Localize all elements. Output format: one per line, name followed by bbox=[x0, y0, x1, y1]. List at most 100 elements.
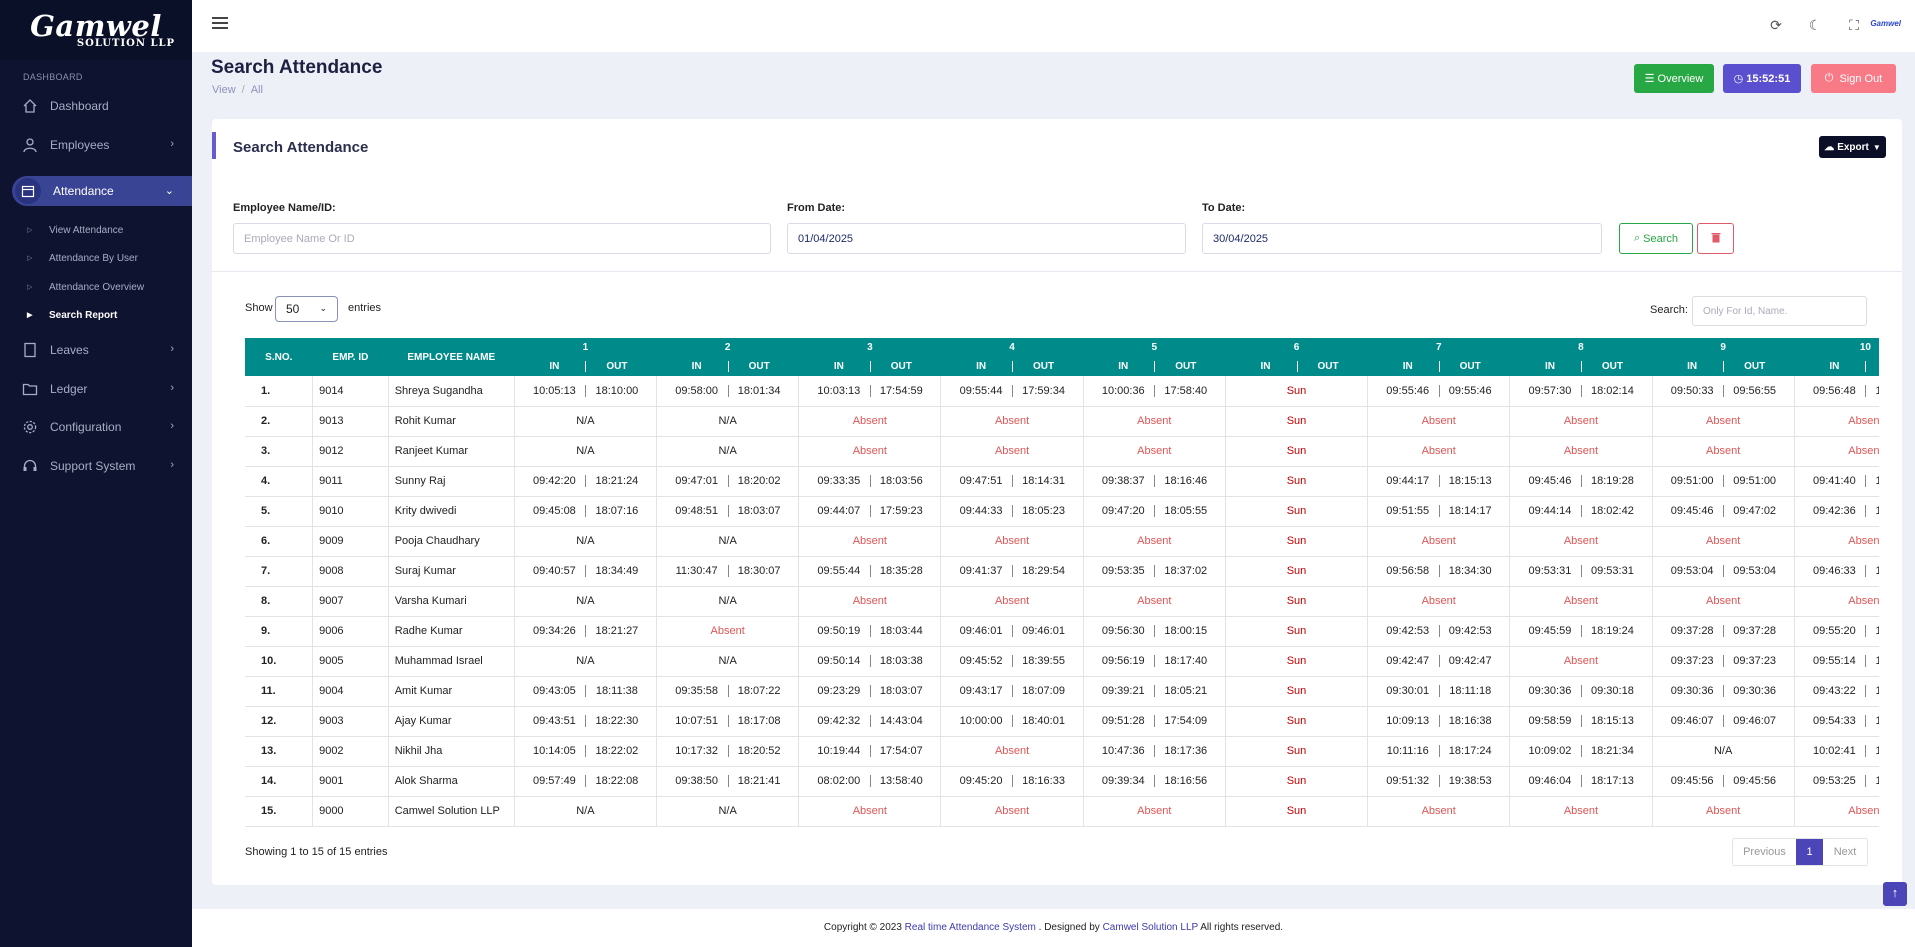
page-title: Search Attendance bbox=[211, 57, 383, 78]
sno-cell: 4. bbox=[245, 466, 314, 497]
in-label: IN bbox=[1829, 361, 1840, 372]
attendance-cell: Absent bbox=[1367, 586, 1511, 617]
table-row[interactable]: 7. 9008 Suraj Kumar 09:40:57 18:34:49 11:30:4… bbox=[245, 556, 1879, 587]
scroll-to-top-button[interactable]: ↑ bbox=[1883, 882, 1907, 906]
in-out-header: IN OUT bbox=[1367, 357, 1510, 376]
chevron-down-icon: ⌄ bbox=[319, 303, 327, 313]
previous-page-button[interactable]: Previous bbox=[1733, 839, 1796, 865]
out-time: 18:07:09 bbox=[1012, 685, 1074, 697]
table-row[interactable]: 9. 9006 Radhe Kumar 09:34:26 18:21:27 Absent 0… bbox=[245, 616, 1879, 647]
out-time: 18:35:58 bbox=[1865, 565, 1879, 577]
sidebar-item-dashboard[interactable]: Dashboard bbox=[0, 88, 192, 124]
brand-mini-logo[interactable]: Gamwel bbox=[1870, 19, 1901, 28]
sidebar-item-label: Employees bbox=[50, 138, 110, 152]
export-dropdown-button[interactable]: ☁ Export ▼ bbox=[1819, 136, 1886, 158]
table-row[interactable]: 13. 9002 Nikhil Jha 10:14:05 18:22:02 10:17:3… bbox=[245, 736, 1879, 767]
attendance-cell: 09:50:19 18:03:44 bbox=[798, 616, 942, 647]
attendance-cell: 10:02:41 18:19:43 bbox=[1794, 736, 1879, 767]
attendance-cell: 09:44:07 17:59:23 bbox=[798, 496, 942, 527]
table-row[interactable]: 10. 9005 Muhammad Israel N/A N/A 09:50:14 18:0… bbox=[245, 646, 1879, 677]
to-date-input[interactable]: 30/04/2025 bbox=[1202, 223, 1602, 254]
sno-cell: 12. bbox=[245, 706, 314, 737]
out-label: OUT bbox=[1723, 361, 1785, 372]
employee-name-input[interactable]: Employee Name Or ID bbox=[233, 223, 771, 254]
emp-id-cell: 9010 bbox=[312, 496, 389, 527]
table-row[interactable]: 2. 9013 Rohit Kumar N/A N/A Absent Absent Absen… bbox=[245, 406, 1879, 437]
table-search-input[interactable]: Only For Id, Name. bbox=[1692, 296, 1867, 326]
sidebar-item-attendance[interactable]: Attendance ⌄ bbox=[12, 176, 192, 206]
in-time: 09:45:46 bbox=[1670, 505, 1714, 517]
table-row[interactable]: 11. 9004 Amit Kumar 09:43:05 18:11:38 09:35:5… bbox=[245, 676, 1879, 707]
attendance-cell: 09:38:37 18:16:46 bbox=[1083, 466, 1226, 497]
attendance-cell: Sun bbox=[1225, 556, 1369, 587]
emp-id-cell: 9009 bbox=[312, 526, 389, 557]
table-row[interactable]: 12. 9003 Ajay Kumar 09:43:51 18:22:30 10:07:5… bbox=[245, 706, 1879, 737]
clock-button[interactable]: ◷ 15:52:51 bbox=[1723, 64, 1801, 93]
in-label: IN bbox=[691, 361, 702, 372]
refresh-icon[interactable]: ⟳ bbox=[1767, 16, 1785, 34]
table-row[interactable]: 4. 9011 Sunny Raj 09:42:20 18:21:24 09:47:01 1… bbox=[245, 466, 1879, 497]
out-time: 17:58:40 bbox=[1154, 384, 1216, 397]
breadcrumb-view[interactable]: View bbox=[212, 84, 236, 96]
folder-icon bbox=[22, 381, 38, 397]
card-title: Search Attendance bbox=[233, 139, 369, 156]
out-time: 18:17:40 bbox=[1154, 655, 1216, 667]
table-row[interactable]: 6. 9009 Pooja Chaudhary N/A N/A Absent Absent A… bbox=[245, 526, 1879, 557]
dark-mode-moon-icon[interactable]: ☾ bbox=[1806, 16, 1824, 34]
out-time: 09:55:46 bbox=[1438, 384, 1501, 397]
sidebar-item-configuration[interactable]: Configuration › bbox=[0, 409, 192, 445]
in-time: 09:53:31 bbox=[1528, 565, 1572, 577]
breadcrumb-all[interactable]: All bbox=[251, 84, 263, 96]
attendance-table-container[interactable]: S.NO. EMP. ID EMPLOYEE NAME 1 2 3 4 5 6 7 8 9 10 IN OU… bbox=[245, 338, 1879, 830]
sidebar-subitem-view-attendance[interactable]: ▷ View Attendance bbox=[27, 220, 123, 240]
in-time: 09:45:56 bbox=[1670, 775, 1714, 787]
table-row[interactable]: 8. 9007 Varsha Kumari N/A N/A Absent Absent Abs… bbox=[245, 586, 1879, 617]
table-row[interactable]: 14. 9001 Alok Sharma 09:57:49 18:22:08 09:38:… bbox=[245, 766, 1879, 797]
in-out-header: IN OUT bbox=[1083, 357, 1226, 376]
attendance-cell: 10:00:36 17:58:40 bbox=[1083, 376, 1226, 407]
footer-link-company[interactable]: Camwel Solution LLP bbox=[1103, 922, 1198, 933]
footer-link-system[interactable]: Real time Attendance System bbox=[905, 922, 1036, 933]
hamburger-menu-icon[interactable] bbox=[212, 17, 228, 31]
attendance-cell: 09:56:30 18:00:15 bbox=[1083, 616, 1226, 647]
page-1-button[interactable]: 1 bbox=[1796, 839, 1823, 865]
attendance-cell: Absent bbox=[1083, 526, 1226, 557]
brand-logo[interactable]: Gamwel SOLUTION LLP bbox=[0, 0, 192, 60]
in-time: 09:44:33 bbox=[959, 505, 1003, 517]
in-time: 10:17:32 bbox=[675, 745, 719, 757]
sidebar-subitem-search-report[interactable]: ▶ Search Report bbox=[27, 305, 117, 325]
out-time: 18:16:56 bbox=[1154, 775, 1216, 787]
clear-button[interactable] bbox=[1697, 223, 1734, 254]
employee-name-cell: Ajay Kumar bbox=[388, 706, 515, 737]
table-row[interactable]: 1. 9014 Shreya Sugandha 10:05:13 18:10:00 09:… bbox=[245, 376, 1879, 407]
search-button[interactable]: ⌕ Search bbox=[1619, 223, 1693, 254]
attendance-cell: 09:41:37 18:29:54 bbox=[940, 556, 1084, 587]
in-time: 09:39:21 bbox=[1101, 685, 1145, 697]
sign-out-button[interactable]: ⏻ Sign Out bbox=[1811, 64, 1896, 93]
attendance-cell: 09:30:01 18:11:18 bbox=[1367, 676, 1511, 707]
table-row[interactable]: 15. 9000 Camwel Solution LLP N/A N/A Absent Ab… bbox=[245, 796, 1879, 827]
attendance-cell: Sun bbox=[1225, 526, 1369, 557]
sidebar-subitem-attendance-by-user[interactable]: ▷ Attendance By User bbox=[27, 248, 138, 268]
attendance-table: S.NO. EMP. ID EMPLOYEE NAME 1 2 3 4 5 6 7 8 9 10 IN OU… bbox=[245, 338, 1879, 827]
next-page-button[interactable]: Next bbox=[1823, 839, 1867, 865]
from-date-input[interactable]: 01/04/2025 bbox=[787, 223, 1186, 254]
attendance-cell: 10:14:05 18:22:02 bbox=[514, 736, 658, 767]
in-time: 09:58:00 bbox=[675, 384, 719, 397]
day-header: 1 bbox=[514, 338, 657, 357]
attendance-cell: 10:11:16 18:17:24 bbox=[1367, 736, 1511, 767]
attendance-cell: 09:50:33 09:56:55 bbox=[1652, 376, 1795, 407]
in-label: IN bbox=[1260, 361, 1271, 372]
sidebar-item-ledger[interactable]: Ledger › bbox=[0, 371, 192, 407]
table-row[interactable]: 3. 9012 Ranjeet Kumar N/A N/A Absent Absent Abs… bbox=[245, 436, 1879, 467]
fullscreen-icon[interactable]: ⛶ bbox=[1845, 16, 1863, 34]
attendance-cell: 09:56:19 18:17:40 bbox=[1083, 646, 1226, 677]
in-time: 09:37:28 bbox=[1670, 625, 1714, 637]
page-size-select[interactable]: 50 ⌄ bbox=[275, 296, 338, 322]
sidebar-item-leaves[interactable]: Leaves › bbox=[0, 332, 192, 368]
sidebar-item-employees[interactable]: Employees › bbox=[0, 127, 192, 163]
overview-button[interactable]: ☰ Overview bbox=[1634, 64, 1714, 93]
table-row[interactable]: 5. 9010 Krity dwivedi 09:45:08 18:07:16 09:48… bbox=[245, 496, 1879, 527]
sidebar-item-support-system[interactable]: Support System › bbox=[0, 448, 192, 484]
sidebar-subitem-attendance-overview[interactable]: ▷ Attendance Overview bbox=[27, 277, 144, 297]
